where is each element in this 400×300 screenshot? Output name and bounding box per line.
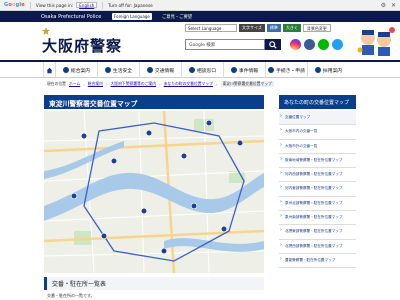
sidebar-item-hokusetsu-west[interactable]: 北摂西部警察署・駐在所位置マップ: [279, 240, 356, 254]
breadcrumb-home[interactable]: ホーム: [69, 81, 80, 87]
search-button[interactable]: [265, 39, 281, 50]
sidebar-item-outside-city[interactable]: 大阪市外の交番一覧: [279, 140, 356, 154]
facebook-icon[interactable]: [304, 39, 315, 50]
nav-home[interactable]: [43, 62, 55, 78]
sidebar-item-kawachi-west[interactable]: 河内西部警察署・駐在所位置マップ: [279, 168, 356, 183]
translate-turn-off[interactable]: Turn off for: Japanese: [108, 3, 152, 8]
sidebar-item-senshu-north[interactable]: 泉州北部警察署・駐在所位置マップ: [279, 197, 356, 212]
sidebar-item-hannan[interactable]: 阪南地域警察署・駐在所位置マップ: [279, 154, 356, 169]
search-input[interactable]: Google 検索: [185, 39, 265, 50]
translate-view-prefix: View this page in:: [35, 2, 74, 8]
text-size-label: 文字サイズ: [239, 24, 265, 32]
background-color-button[interactable]: 背景色変更: [302, 24, 331, 32]
person-icon: [314, 67, 321, 73]
page-title: 東淀川警察署交番位置マップ: [44, 95, 264, 109]
koban-map[interactable]: [44, 111, 264, 273]
language-select[interactable]: Select Language: [185, 24, 237, 32]
car-icon: [146, 67, 153, 73]
nav-item-recruitment[interactable]: 採用案内: [307, 62, 349, 78]
sidebar-item-osaka-city[interactable]: 大阪市内の交番一覧: [279, 125, 356, 140]
foreign-language-button[interactable]: Foreign Language: [112, 13, 152, 20]
text-size-large[interactable]: 大きく: [282, 24, 301, 32]
breadcrumb: 現在の位置 ホーム › 総合案内 › 大阪府下警察署等のご案内 › あなたの町の…: [47, 81, 274, 87]
header-tools: Select Language 文字サイズ 標準 大きく 背景色変更: [185, 24, 331, 32]
sidebar-item-hokusetsu-east[interactable]: 北摂東部警察署・駐在所位置マップ: [279, 225, 356, 240]
breadcrumb-current: 東淀川警察署交番位置マップ: [220, 81, 274, 87]
nav-item-incidents[interactable]: 事件情報: [223, 62, 265, 78]
twitter-icon[interactable]: [332, 39, 343, 50]
document-icon: [268, 67, 275, 73]
translate-bar: Google View this page in: English Turn o…: [0, 0, 400, 11]
shield-icon: [104, 67, 111, 73]
instagram-icon[interactable]: [290, 39, 301, 50]
home-icon: [46, 67, 53, 73]
sidebar-item-senshu-south[interactable]: 泉州南部警察署・駐在所位置マップ: [279, 211, 356, 226]
mascot-illustration: [357, 27, 395, 56]
sidebar-heading: あなたの町の交番位置マップ: [279, 95, 356, 109]
nav-item-consultation[interactable]: 相談窓口: [181, 62, 223, 78]
police-emblem-icon: [42, 27, 50, 35]
sidebar-list: 交番位置マップ 大阪市内の交番一覧 大阪市外の交番一覧 阪南地域警察署・駐在所位…: [279, 111, 356, 269]
org-name: Osaka Prefectural Police: [41, 14, 102, 20]
nav-item-general[interactable]: 総合案内: [55, 62, 97, 78]
gear-icon[interactable]: ⚙: [381, 2, 386, 9]
site-title[interactable]: 大阪府警察: [42, 35, 122, 56]
koban-list-text: 交番・駐在所の一覧です。: [47, 293, 95, 298]
line-icon[interactable]: [318, 39, 329, 50]
search-icon: [269, 41, 277, 49]
top-strip: Osaka Prefectural Police Foreign Languag…: [0, 11, 400, 22]
map-canvas: [44, 111, 264, 273]
nav-item-safety[interactable]: 生活安全: [97, 62, 139, 78]
translate-language-select[interactable]: English: [76, 2, 98, 8]
sidebar-item-kawachi-east[interactable]: 河内東部警察署・駐在所位置マップ: [279, 182, 356, 197]
text-size-standard[interactable]: 標準: [266, 24, 281, 32]
koban-list-heading: 交番・駐在所一覧表: [44, 277, 264, 290]
site-header: 大阪府警察 Select Language 文字サイズ 標準 大きく 背景色変更…: [0, 22, 400, 60]
alert-icon: [230, 67, 237, 73]
nav-item-traffic[interactable]: 交通情報: [139, 62, 181, 78]
global-nav: 総合案内 生活安全 交通情報 相談窓口 事件情報 手続き・申請 採用案内: [0, 60, 400, 78]
close-icon[interactable]: ✕: [391, 2, 396, 9]
info-icon: [62, 67, 69, 73]
google-logo: Google: [4, 2, 25, 8]
opinion-link[interactable]: ご意見・ご要望: [162, 14, 192, 20]
breadcrumb-general[interactable]: 総合案内: [88, 81, 103, 87]
breadcrumb-koban-map[interactable]: あなたの町の交番位置マップ: [164, 81, 213, 87]
chat-icon: [188, 67, 195, 73]
nav-item-procedures[interactable]: 手続き・申請: [265, 62, 307, 78]
breadcrumb-prefix: 現在の位置: [47, 81, 66, 86]
sidebar-item-toyono[interactable]: 豊能警察署・駐在所位置マップ: [279, 254, 356, 269]
breadcrumb-stations[interactable]: 大阪府下警察署等のご案内: [111, 81, 157, 87]
sidebar-item-koban-map[interactable]: 交番位置マップ: [279, 111, 356, 126]
